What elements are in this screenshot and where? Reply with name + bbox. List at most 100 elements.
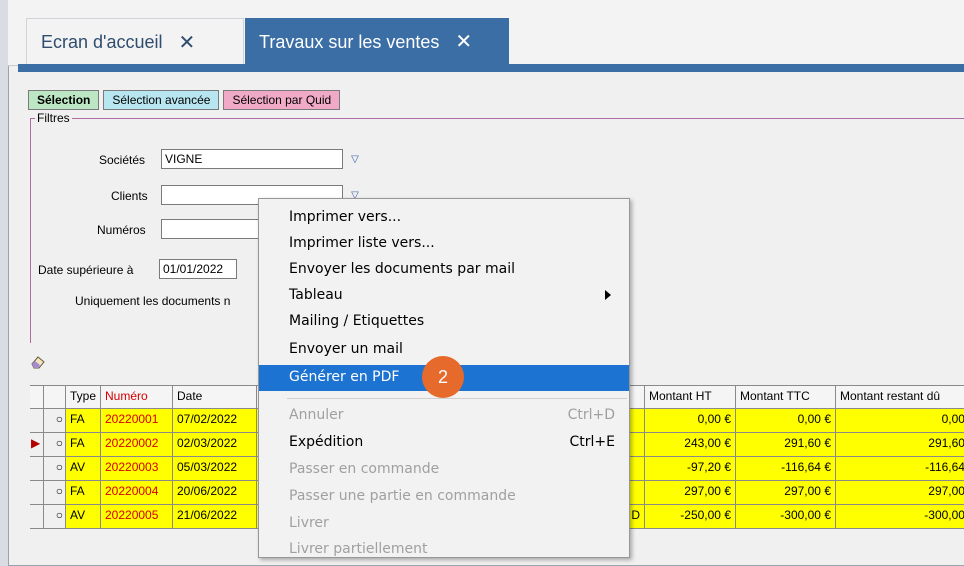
header-date[interactable]: Date [173,385,257,409]
menu-item-envoyer-documents-mail[interactable]: Envoyer les documents par mail [259,257,629,283]
menu-item-label: Imprimer vers... [289,209,402,225]
cell-montant-ttc: -300,00 € [736,505,836,529]
menu-item-label: Envoyer un mail [289,341,403,357]
tab-travaux-ventes[interactable]: Travaux sur les ventes ✕ [245,18,509,66]
societes-label: Sociétés [99,153,146,167]
step-number-badge: 2 [422,356,464,398]
menu-item-label: Livrer partiellement [289,541,428,557]
menu-shortcut: Ctrl+E [569,434,616,450]
cell-type: FA [66,433,101,457]
row-status-icon: ○ [44,433,66,457]
cell-montant-ht: -97,20 € [645,457,736,481]
cell-date: 05/03/2022 [173,457,257,481]
close-icon[interactable]: ✕ [455,32,472,52]
cell-montant-ht: 243,00 € [645,433,736,457]
menu-item-livrer-partiellement[interactable]: Livrer partiellement [259,537,629,563]
tab-selection-quid[interactable]: Sélection par Quid [223,90,341,110]
close-icon[interactable]: ✕ [179,33,196,53]
cell-montant-ttc: 0,00 € [736,409,836,433]
cell-type: FA [66,481,101,505]
menu-item-tableau[interactable]: Tableau [259,283,629,309]
menu-item-imprimer-vers[interactable]: Imprimer vers... [259,205,629,231]
cell-montant-restant: -300,00 € [836,505,964,529]
cell-type: AV [66,457,101,481]
document-tab-bar: Ecran d'accueil ✕ Travaux sur les ventes… [8,0,964,66]
menu-item-label: Tableau [289,287,343,303]
menu-shortcut: Ctrl+D [567,407,615,423]
menu-item-livrer[interactable]: Livrer [259,511,629,537]
cell-montant-restant: 297,00 € [836,481,964,505]
cell-date: 07/02/2022 [173,409,257,433]
date-field[interactable]: 01/01/2022 [159,259,237,279]
header-select [44,385,66,409]
cell-montant-restant: -116,64 € [836,457,964,481]
menu-item-label: Imprimer liste vers... [289,235,435,251]
uniquement-label: Uniquement les documents n [75,294,231,308]
header-numero[interactable]: Numéro [101,385,173,409]
cell-numero: 20220002 [101,433,173,457]
cell-montant-ttc: 297,00 € [736,481,836,505]
selection-tabs: Sélection Sélection avancée Sélection pa… [28,90,344,110]
header-gutter [30,385,44,409]
menu-item-label: Mailing / Etiquettes [289,313,425,329]
eraser-icon[interactable] [30,355,46,369]
tab-ecran-accueil[interactable]: Ecran d'accueil ✕ [26,18,244,66]
tab-selection-avancee[interactable]: Sélection avancée [103,90,220,110]
cell-type: FA [66,409,101,433]
header-montant-ttc[interactable]: Montant TTC [736,385,836,409]
cell-date: 20/06/2022 [173,481,257,505]
menu-item-expedition[interactable]: Expédition Ctrl+E [259,430,629,456]
cell-date: 21/06/2022 [173,505,257,529]
row-gutter [30,505,44,529]
menu-item-label: Envoyer les documents par mail [289,261,515,277]
cell-montant-ttc: 291,60 € [736,433,836,457]
cell-montant-restant: 0,00 € [836,409,964,433]
cell-montant-ttc: -116,64 € [736,457,836,481]
tab-label: Travaux sur les ventes [259,31,440,52]
cell-montant-restant: 291,60 € [836,433,964,457]
numeros-field[interactable] [161,219,261,239]
menu-item-annuler[interactable]: Annuler Ctrl+D [259,403,629,429]
cell-montant-ht: 0,00 € [645,409,736,433]
menu-item-label: Passer en commande [289,461,440,477]
header-type[interactable]: Type [66,385,101,409]
header-montant-ht[interactable]: Montant HT [645,385,736,409]
row-status-icon: ○ [44,481,66,505]
tab-accent-bar [18,64,964,72]
clients-label: Clients [111,189,148,203]
menu-item-label: Passer une partie en commande [289,488,516,504]
tab-selection[interactable]: Sélection [28,90,100,110]
row-status-icon: ○ [44,457,66,481]
menu-item-imprimer-liste-vers[interactable]: Imprimer liste vers... [259,231,629,257]
menu-item-label: Annuler [289,407,344,423]
chevron-down-icon[interactable]: ▽ [346,152,364,168]
menu-item-mailing-etiquettes[interactable]: Mailing / Etiquettes [259,309,629,335]
menu-item-passer-partie-commande[interactable]: Passer une partie en commande [259,484,629,510]
cell-type: AV [66,505,101,529]
filters-legend: Filtres [35,111,72,125]
numeros-label: Numéros [97,223,146,237]
societes-field[interactable]: VIGNE [161,149,343,169]
cell-numero: 20220004 [101,481,173,505]
cell-numero: 20220001 [101,409,173,433]
row-gutter [30,481,44,505]
row-status-icon: ○ [44,409,66,433]
cell-date: 02/03/2022 [173,433,257,457]
cell-montant-ht: -250,00 € [645,505,736,529]
header-montant-restant[interactable]: Montant restant dû [836,385,964,409]
row-status-icon: ○ [44,505,66,529]
cell-numero: 20220003 [101,457,173,481]
cell-montant-ht: 297,00 € [645,481,736,505]
menu-item-label: Générer en PDF [289,369,400,385]
current-row-arrow-icon: ▶ [30,433,44,457]
menu-item-label: Livrer [289,515,329,531]
row-gutter [30,409,44,433]
tab-label: Ecran d'accueil [41,32,163,52]
menu-item-label: Expédition [289,434,364,450]
cell-numero: 20220005 [101,505,173,529]
menu-item-passer-commande[interactable]: Passer en commande [259,457,629,483]
row-gutter [30,457,44,481]
menu-separator [287,398,627,399]
submenu-arrow-icon [605,290,611,300]
date-label: Date supérieure à [38,263,134,277]
